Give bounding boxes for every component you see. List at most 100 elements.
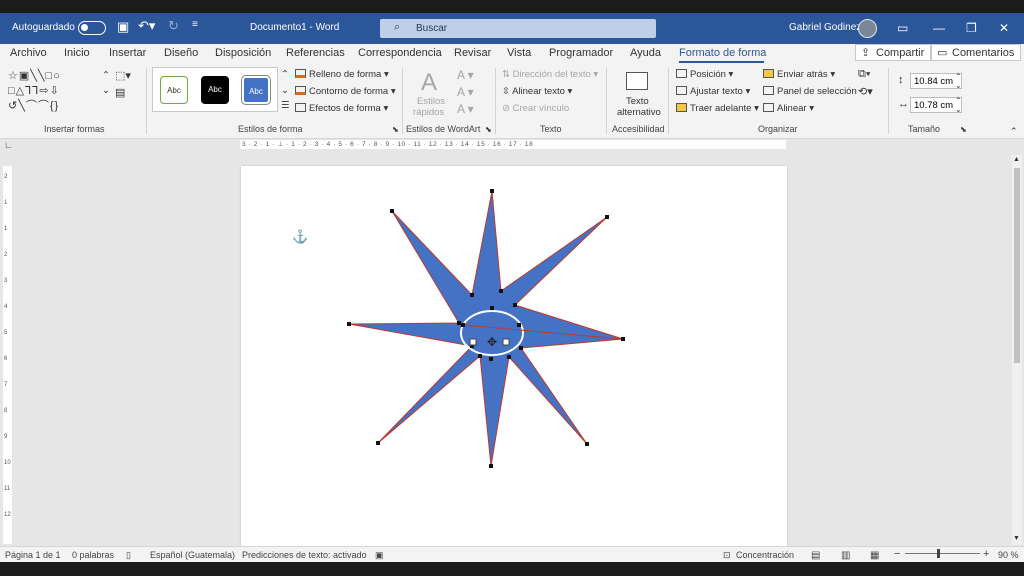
- tab-programador[interactable]: Programador: [549, 47, 613, 59]
- close-button[interactable]: ✕: [999, 21, 1009, 35]
- tab-revisar[interactable]: Revisar: [454, 47, 491, 59]
- styles-up-icon[interactable]: ⌃: [281, 69, 289, 80]
- vruler-label: 1: [4, 226, 8, 232]
- text-outline-icon[interactable]: A ▾: [457, 85, 474, 99]
- autosave-label: Autoguardado: [12, 22, 75, 33]
- ribbon-display-icon[interactable]: ▭: [897, 21, 908, 35]
- tab-inicio[interactable]: Inicio: [64, 47, 90, 59]
- dialog-launcher-icon[interactable]: ⬊: [485, 125, 492, 134]
- rotate-icon[interactable]: ⟲▾: [858, 85, 873, 98]
- language-status[interactable]: Español (Guatemala): [150, 550, 235, 560]
- shape-row[interactable]: ↺╲⌒⌒{}: [8, 99, 100, 114]
- shapes-gallery[interactable]: ☆▣╲╲□○ □△⅂⅂⇨⇩ ↺╲⌒⌒{}: [8, 69, 100, 115]
- shape-row[interactable]: □△⅂⅂⇨⇩: [8, 84, 100, 99]
- horizontal-ruler[interactable]: 3 · 2 · 1 · ⊥ · 1 · 2 · 3 · 4 · 5 · 6 · …: [240, 140, 786, 149]
- zoom-slider-thumb[interactable]: [937, 549, 940, 558]
- wordart-quick-styles-icon[interactable]: A: [421, 69, 437, 97]
- alt-text-label-1[interactable]: Texto: [626, 96, 649, 107]
- styles-down-icon[interactable]: ⌄: [281, 85, 289, 96]
- undo-icon[interactable]: ↶▾: [138, 18, 155, 34]
- document-page[interactable]: [241, 166, 787, 546]
- focus-mode-button[interactable]: Concentración: [736, 550, 794, 560]
- group-separator: [495, 68, 496, 134]
- share-button[interactable]: ⇪ Compartir: [855, 44, 932, 61]
- page-count[interactable]: Página 1 de 1: [5, 550, 61, 560]
- word-count[interactable]: 0 palabras: [72, 550, 114, 560]
- alt-text-icon[interactable]: [626, 72, 648, 90]
- shapes-down-icon[interactable]: ⌄: [102, 85, 110, 96]
- shape-row[interactable]: ☆▣╲╲□○: [8, 69, 100, 84]
- accessibility-icon[interactable]: ▣: [375, 550, 384, 561]
- text-box-icon[interactable]: ▤: [115, 86, 125, 99]
- dialog-launcher-icon[interactable]: ⬊: [392, 125, 399, 134]
- zoom-out-icon[interactable]: −: [894, 548, 900, 560]
- tab-insertar[interactable]: Insertar: [109, 47, 146, 59]
- restore-button[interactable]: ❐: [966, 21, 977, 35]
- width-spinner[interactable]: ⌃ ⌄: [955, 96, 962, 114]
- focus-icon[interactable]: ⊡: [723, 550, 731, 561]
- height-spinner[interactable]: ⌃ ⌄: [955, 72, 962, 90]
- shape-fill-button[interactable]: Relleno de forma ▾: [295, 69, 389, 80]
- tab-correspondencia[interactable]: Correspondencia: [358, 47, 442, 59]
- tab-referencias[interactable]: Referencias: [286, 47, 345, 59]
- scroll-up-icon[interactable]: ▲: [1013, 156, 1020, 163]
- edit-shape-icon[interactable]: ⬚▾: [115, 69, 131, 82]
- scroll-down-icon[interactable]: ▼: [1013, 535, 1020, 542]
- comments-button[interactable]: ▭ Comentarios: [931, 44, 1022, 61]
- styles-more-icon[interactable]: ☰: [281, 100, 290, 111]
- dialog-launcher-icon[interactable]: ⬊: [960, 125, 967, 134]
- zoom-in-icon[interactable]: +: [983, 548, 989, 560]
- search-box[interactable]: ⌕ Buscar: [380, 19, 656, 38]
- title-bar: Autoguardado ▣ ↶▾ ↻ ≡ Documento1 - Word …: [0, 13, 1024, 44]
- tab-formato-de-forma[interactable]: Formato de forma: [679, 47, 766, 59]
- collapse-ribbon-icon[interactable]: ⌃: [1010, 126, 1018, 137]
- print-layout-icon[interactable]: ▥: [841, 550, 850, 561]
- autosave-toggle[interactable]: [78, 21, 106, 35]
- avatar[interactable]: [858, 19, 877, 38]
- save-icon[interactable]: ▣: [117, 19, 129, 35]
- text-fill-icon[interactable]: A ▾: [457, 68, 474, 82]
- proofing-icon[interactable]: ▯: [126, 550, 131, 561]
- text-predictions-status[interactable]: Predicciones de texto: activado: [242, 550, 367, 560]
- text-direction-button[interactable]: ⇅ Dirección del texto ▾: [502, 69, 598, 80]
- scrollbar-thumb[interactable]: [1014, 168, 1020, 363]
- shape-outline-button[interactable]: Contorno de forma ▾: [295, 86, 396, 97]
- align-text-button[interactable]: ⇳ Alinear texto ▾: [502, 86, 572, 97]
- shape-effects-button[interactable]: Efectos de forma ▾: [295, 103, 388, 114]
- zoom-slider[interactable]: [905, 553, 980, 554]
- create-link-button[interactable]: ⊘ Crear vínculo: [502, 103, 569, 114]
- alt-text-label-2[interactable]: alternativo: [617, 107, 661, 118]
- tab-vista[interactable]: Vista: [507, 47, 531, 59]
- wrap-text-button[interactable]: Ajustar texto ▾: [676, 86, 750, 97]
- style-preview-outline[interactable]: Abc: [160, 76, 188, 104]
- bring-forward-button[interactable]: Traer adelante ▾: [676, 103, 759, 114]
- screen-top-border: [0, 0, 1024, 13]
- tab-diseno[interactable]: Diseño: [164, 47, 198, 59]
- tab-selector-icon[interactable]: ∟: [4, 140, 13, 150]
- minimize-button[interactable]: —: [933, 21, 945, 35]
- style-preview-blue[interactable]: Abc: [242, 76, 270, 104]
- web-layout-icon[interactable]: ▦: [870, 550, 879, 561]
- tab-archivo[interactable]: Archivo: [10, 47, 47, 59]
- shape-effects-label: Efectos de forma: [309, 103, 381, 114]
- redo-icon[interactable]: ↻: [168, 18, 179, 34]
- tab-disposicion[interactable]: Disposición: [215, 47, 271, 59]
- position-label: Posición: [690, 69, 726, 80]
- shapes-more-icon[interactable]: ⌃: [102, 70, 110, 81]
- user-name[interactable]: Gabriel Godinez: [789, 22, 861, 33]
- read-mode-icon[interactable]: ▤: [811, 550, 820, 561]
- vertical-ruler[interactable]: 2 1 1 2 3 4 5 6 7 8 9 10 11 12: [3, 166, 12, 544]
- group-separator: [402, 68, 403, 134]
- selection-pane-label: Panel de selección: [777, 86, 857, 97]
- selection-pane-button[interactable]: Panel de selección: [763, 86, 857, 97]
- vruler-label: 3: [4, 278, 8, 284]
- style-preview-black[interactable]: Abc: [201, 76, 229, 104]
- zoom-level[interactable]: 90 %: [998, 550, 1019, 560]
- align-button[interactable]: Alinear ▾: [763, 103, 814, 114]
- text-effects-icon[interactable]: A ▾: [457, 102, 474, 116]
- position-button[interactable]: Posición ▾: [676, 69, 733, 80]
- customize-qat-icon[interactable]: ≡: [192, 19, 198, 30]
- tab-ayuda[interactable]: Ayuda: [630, 47, 661, 59]
- group-objects-icon[interactable]: ⧉▾: [858, 68, 870, 81]
- send-backward-button[interactable]: Enviar atrás ▾: [763, 69, 835, 80]
